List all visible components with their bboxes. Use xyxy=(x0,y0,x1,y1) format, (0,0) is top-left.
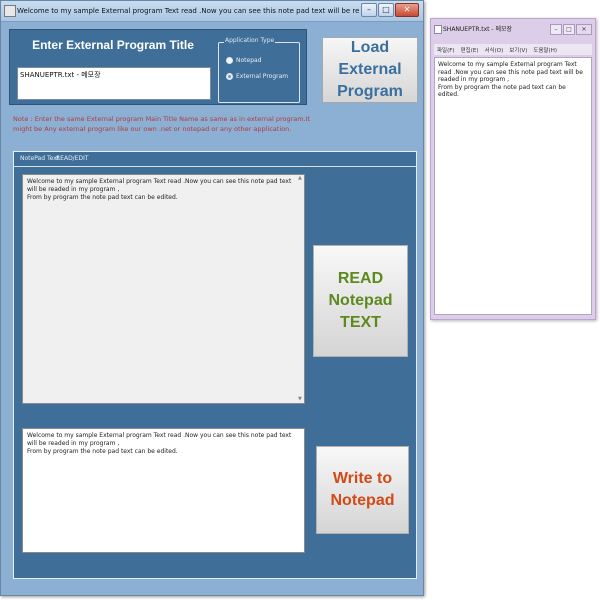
write-text-area[interactable]: Welcome to my sample External program Te… xyxy=(22,428,305,553)
write-to-notepad-button[interactable]: Write to Notepad xyxy=(316,446,409,534)
notepad-title-bar[interactable]: SHANUEPTR.txt - 메모장 – □ ✕ xyxy=(431,19,595,41)
window-title: Welcome to my sample External program Te… xyxy=(17,7,359,15)
notepad-maximize-button[interactable]: □ xyxy=(563,24,575,35)
tab-read-edit[interactable]: READ/EDIT xyxy=(56,155,89,162)
app-icon xyxy=(4,5,16,17)
tab-strip: NotePad Text READ/EDIT xyxy=(14,152,416,167)
main-window: Welcome to my sample External program Te… xyxy=(0,0,424,596)
menu-help[interactable]: 도움말(H) xyxy=(533,46,557,54)
radio-notepad-label: Notepad xyxy=(236,57,262,64)
notepad-minimize-button[interactable]: – xyxy=(550,24,562,35)
program-title-input[interactable]: SHANUEPTR.txt - 메모장 xyxy=(17,67,211,100)
read-notepad-text-button[interactable]: READ Notepad TEXT xyxy=(313,245,408,357)
notepad-window: SHANUEPTR.txt - 메모장 – □ ✕ 파일(F) 편집(E) 서식… xyxy=(430,18,596,320)
radio-external-program-label: External Program xyxy=(236,73,289,80)
radio-external-program-indicator[interactable] xyxy=(226,73,233,80)
scroll-down-icon[interactable]: ▼ xyxy=(298,396,415,402)
radio-notepad-indicator[interactable] xyxy=(226,57,233,64)
close-button[interactable]: ✕ xyxy=(395,3,419,17)
application-type-legend: Application Type xyxy=(224,37,276,44)
notepad-close-button[interactable]: ✕ xyxy=(576,24,592,35)
notepad-menu-bar: 파일(F) 편집(E) 서식(O) 보기(V) 도움말(H) xyxy=(434,44,592,55)
menu-format[interactable]: 서식(O) xyxy=(484,46,503,54)
tab-notepad-text[interactable]: NotePad Text xyxy=(20,155,59,162)
notepad-text-area[interactable]: Welcome to my sample External program Te… xyxy=(434,57,592,315)
title-bar[interactable]: Welcome to my sample External program Te… xyxy=(1,1,423,22)
minimize-button[interactable]: – xyxy=(361,3,377,17)
load-external-program-button[interactable]: Load External Program xyxy=(322,37,418,103)
notepad-icon xyxy=(434,25,442,34)
read-text-area[interactable]: Welcome to my sample External program Te… xyxy=(22,174,305,404)
note-text: Note : Enter the same External program M… xyxy=(13,115,311,133)
scroll-up-icon[interactable]: ▲ xyxy=(298,175,415,181)
notepad-title: SHANUEPTR.txt - 메모장 xyxy=(443,26,513,33)
radio-notepad[interactable]: Notepad xyxy=(226,57,262,64)
menu-edit[interactable]: 편집(E) xyxy=(461,46,479,54)
application-type-group: Application Type Notepad External Progra… xyxy=(218,37,300,103)
tab-control: NotePad Text READ/EDIT Welcome to my sam… xyxy=(13,151,417,579)
menu-view[interactable]: 보기(V) xyxy=(509,46,527,54)
program-title-panel: Enter External Program Title SHANUEPTR.t… xyxy=(9,29,307,105)
maximize-button[interactable]: □ xyxy=(378,3,394,17)
radio-external-program[interactable]: External Program xyxy=(226,73,288,80)
program-title-label: Enter External Program Title xyxy=(32,38,194,52)
menu-file[interactable]: 파일(F) xyxy=(437,46,455,54)
